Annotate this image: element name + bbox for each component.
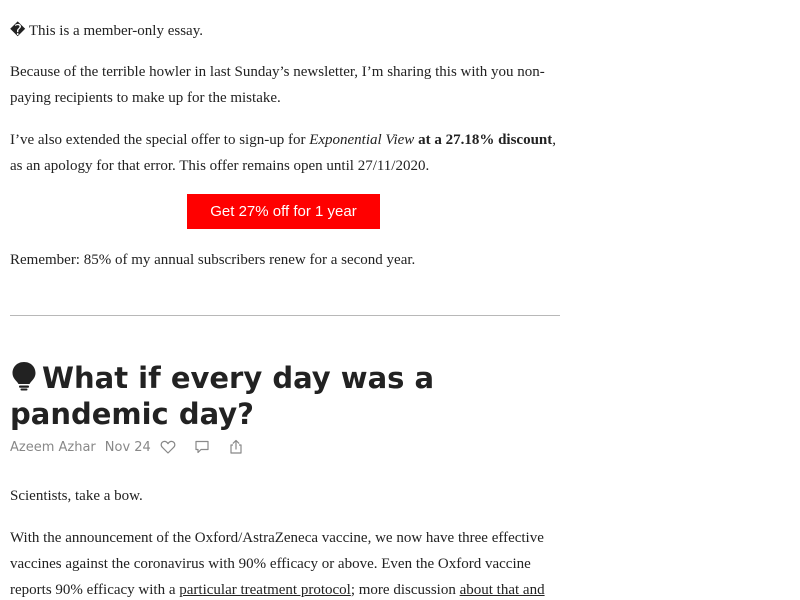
body-paragraph-1: Scientists, take a bow. [10,488,143,504]
heart-icon[interactable] [160,439,176,455]
post-date[interactable]: Nov 24 [105,440,151,455]
author-link[interactable]: Azeem Azhar [10,440,96,455]
lightbulb-icon [10,361,38,391]
article-meta: Azeem Azhar Nov 24 [10,437,262,457]
intro-paragraph: Because of the terrible howler in last S… [10,64,545,106]
article-title[interactable]: What if every day was a pandemic day? [10,360,550,432]
offer-discount: at a 27.18% discount [414,132,553,148]
offer-text-a: I’ve also extended the special offer to … [10,132,310,148]
share-icon[interactable] [228,439,244,455]
renewal-note: Remember: 85% of my annual subscribers r… [10,252,416,268]
discount-subscribe-button[interactable]: Get 27% off for 1 year [187,194,380,229]
notice-text: This is a member-only essay. [28,23,203,39]
article-title-text: What if every day was a pandemic day? [10,361,435,431]
member-only-notice: � This is a member-only essay. [10,18,560,44]
discussion-link[interactable]: about that and [460,582,545,598]
comment-icon[interactable] [194,439,210,455]
body-text-b: ; more discussion [350,582,460,598]
notice-glyph: � [10,23,26,39]
body-paragraph-2: With the announcement of the Oxford/Astr… [10,525,560,600]
offer-paragraph: I’ve also extended the special offer to … [10,127,560,179]
treatment-protocol-link[interactable]: particular treatment protocol [179,582,351,598]
publication-name: Exponential View [309,132,415,148]
cta-container: Get 27% off for 1 year [10,194,560,229]
section-divider [10,315,560,316]
